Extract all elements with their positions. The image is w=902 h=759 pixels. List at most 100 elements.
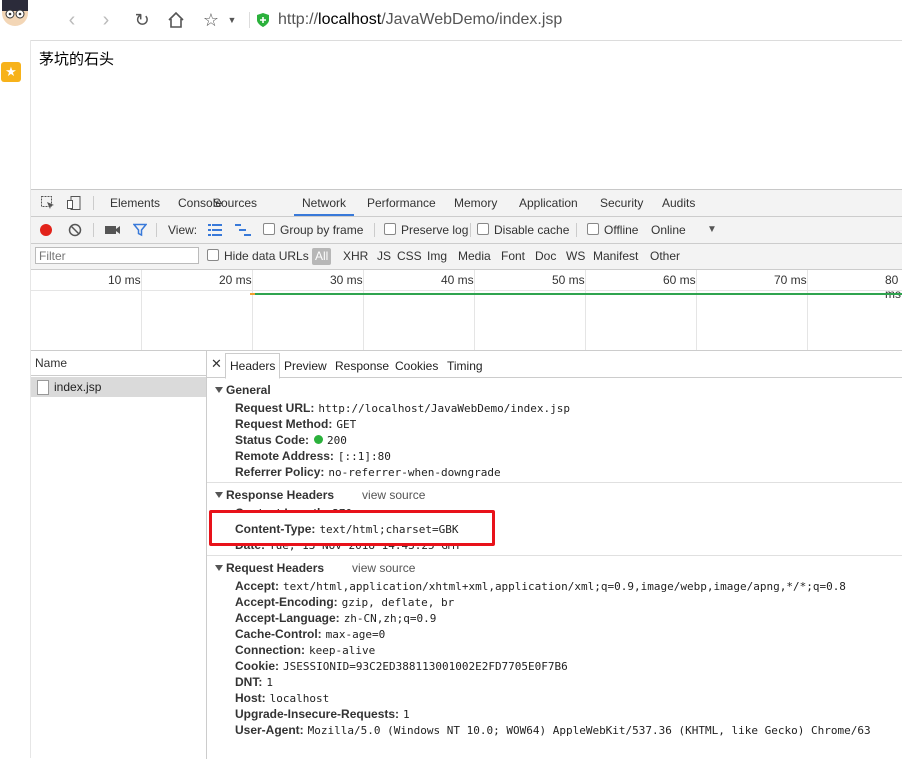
inspect-element-icon[interactable]: [40, 195, 56, 214]
filter-doc[interactable]: Doc: [535, 244, 556, 269]
annotation-highlight-box: [209, 510, 495, 546]
reload-icon[interactable]: ↻: [130, 8, 154, 32]
tab-preview[interactable]: Preview: [284, 354, 327, 378]
group-by-frame-label: Group by frame: [280, 223, 364, 237]
header-row: Cookie: JSESSIONID=93C2ED388113001002E2FD…: [235, 659, 568, 673]
tab-response[interactable]: Response: [335, 354, 389, 378]
forward-icon[interactable]: ›: [94, 8, 118, 32]
clear-icon[interactable]: [68, 223, 82, 240]
disable-cache-checkbox[interactable]: Disable cache: [477, 217, 569, 243]
checkbox-box: [207, 249, 219, 261]
timeline-tick-label: 60 ms: [663, 273, 696, 287]
header-value: Mozilla/5.0 (Windows NT 10.0; WOW64) App…: [307, 724, 871, 737]
tab-elements[interactable]: Elements: [110, 190, 160, 216]
tab-network[interactable]: Network: [294, 190, 355, 216]
timeline-gridline: [474, 270, 475, 350]
tab-audits[interactable]: Audits: [662, 190, 695, 216]
header-key: Accept-Encoding:: [235, 595, 338, 609]
address-bar[interactable]: http://localhost/JavaWebDemo/index.jsp: [256, 8, 896, 32]
filter-all[interactable]: All: [312, 248, 332, 265]
header-key: User-Agent:: [235, 723, 304, 737]
device-toolbar-icon[interactable]: [66, 195, 82, 214]
filter-media[interactable]: Media: [458, 244, 491, 269]
header-value: max-age=0: [325, 628, 386, 641]
request-row[interactable]: index.jsp: [31, 377, 206, 397]
home-icon[interactable]: [164, 8, 188, 32]
header-value: text/html,application/xhtml+xml,applicat…: [283, 580, 846, 593]
group-by-frame-checkbox[interactable]: Group by frame: [263, 217, 363, 243]
timeline-tick-label: 40 ms: [441, 273, 474, 287]
response-headers-title: Response Headers: [226, 488, 335, 502]
header-key: Request URL:: [235, 401, 315, 415]
hide-data-urls-checkbox[interactable]: Hide data URLs: [207, 244, 309, 269]
request-headers-section-header[interactable]: Request Headers view source: [215, 561, 415, 575]
general-section-header[interactable]: General: [215, 383, 271, 397]
url-path: /JavaWebDemo/index.jsp: [381, 11, 563, 28]
filter-manifest[interactable]: Manifest: [593, 244, 638, 269]
record-icon[interactable]: [40, 224, 52, 236]
filter-bar: Hide data URLs All XHR JS CSS Img Media …: [31, 244, 902, 270]
filter-ws[interactable]: WS: [566, 244, 585, 269]
profile-avatar-icon[interactable]: [2, 0, 28, 26]
tab-application[interactable]: Application: [519, 190, 578, 216]
toolbar-divider: [374, 223, 375, 237]
screenshot-camera-icon[interactable]: [105, 224, 121, 239]
waterfall-bar-start: [250, 293, 255, 295]
header-value: 1: [403, 708, 410, 721]
tab-timing[interactable]: Timing: [447, 354, 483, 378]
more-dropdown-icon[interactable]: ▼: [707, 217, 717, 243]
name-column-header[interactable]: Name: [35, 351, 205, 375]
response-headers-section-header[interactable]: Response Headers view source: [215, 488, 425, 502]
preserve-log-checkbox[interactable]: Preserve log: [384, 217, 468, 243]
header-value: 200: [327, 434, 347, 447]
header-key: Status Code:: [235, 433, 310, 447]
header-row: Host: localhost: [235, 691, 329, 705]
filter-xhr[interactable]: XHR: [343, 244, 368, 269]
secure-shield-icon: [257, 13, 269, 27]
checkbox-box: [263, 223, 275, 235]
view-label: View:: [168, 223, 198, 237]
favorites-star-icon[interactable]: ★: [1, 62, 21, 82]
close-details-icon[interactable]: ✕: [211, 356, 222, 372]
bookmark-dropdown-icon[interactable]: ▼: [224, 8, 240, 32]
tab-sources[interactable]: Sources: [213, 190, 257, 216]
toolbar-divider: [93, 223, 94, 237]
request-list: Name index.jsp: [31, 351, 207, 759]
filter-funnel-icon[interactable]: [132, 223, 148, 240]
back-icon[interactable]: ‹: [60, 8, 84, 32]
waterfall-overview-icon[interactable]: [235, 224, 251, 239]
network-overview-timeline[interactable]: 10 ms 20 ms 30 ms 40 ms 50 ms 60 ms 70 m…: [31, 270, 902, 351]
devtools-tabbar: Elements Console Sources Network Perform…: [31, 190, 902, 217]
filter-css[interactable]: CSS: [397, 244, 422, 269]
toolbar-divider: [156, 223, 157, 237]
filter-other[interactable]: Other: [650, 244, 680, 269]
timeline-tick-label: 80 ms: [885, 273, 901, 301]
response-view-source-link[interactable]: view source: [362, 488, 425, 502]
filter-img[interactable]: Img: [427, 244, 447, 269]
header-key: DNT:: [235, 675, 263, 689]
tab-performance[interactable]: Performance: [367, 190, 436, 216]
bookmark-star-icon[interactable]: ☆: [199, 8, 223, 32]
throttling-select[interactable]: Online: [651, 217, 686, 243]
filter-js[interactable]: JS: [377, 244, 391, 269]
offline-checkbox[interactable]: Offline: [587, 217, 638, 243]
timeline-tick-label: 10 ms: [108, 273, 141, 287]
header-row: Request Method: GET: [235, 417, 356, 431]
toolbar-divider: [249, 12, 250, 28]
page-content-text: 茅坑的石头: [39, 51, 115, 68]
detail-tabbar: ✕ Headers Preview Response Cookies Timin…: [207, 351, 902, 379]
tab-cookies[interactable]: Cookies: [395, 354, 438, 378]
tab-memory[interactable]: Memory: [454, 190, 497, 216]
timeline-gridline: [141, 270, 142, 350]
status-ok-icon: [314, 435, 324, 444]
filter-input[interactable]: [35, 247, 199, 264]
timeline-gridline: [252, 270, 253, 350]
tab-security[interactable]: Security: [600, 190, 643, 216]
url-text: http://localhost/JavaWebDemo/index.jsp: [278, 11, 562, 29]
request-view-source-link[interactable]: view source: [352, 561, 415, 575]
tab-headers[interactable]: Headers: [225, 353, 281, 379]
request-headers-title: Request Headers: [226, 561, 325, 575]
header-row: Accept-Language: zh-CN,zh;q=0.9: [235, 611, 436, 625]
large-rows-icon[interactable]: [208, 224, 222, 239]
filter-font[interactable]: Font: [501, 244, 525, 269]
